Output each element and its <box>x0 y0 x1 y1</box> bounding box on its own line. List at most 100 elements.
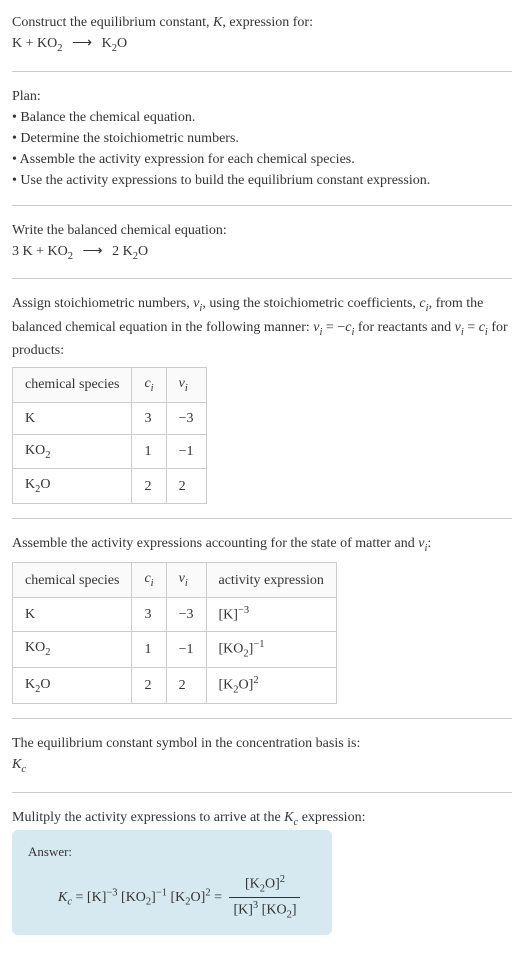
products-end: O <box>117 36 127 51</box>
cell-ci: 2 <box>132 469 166 504</box>
sp: K <box>25 477 35 492</box>
cell-species: K2O <box>13 469 132 504</box>
cell-species: KO2 <box>13 434 132 469</box>
col-nui: νi <box>166 563 206 598</box>
text-part: Assemble the activity expressions accoun… <box>12 536 418 551</box>
plan-bullet: • Balance the chemical equation. <box>12 107 512 128</box>
term-end: O] <box>265 876 280 891</box>
products-end: O <box>138 244 148 259</box>
stoich-section: Assign stoichiometric numbers, νi, using… <box>12 293 512 504</box>
cell-nui: −1 <box>166 631 206 667</box>
term: [K] <box>87 890 106 905</box>
stoich-table: chemical species ci νi K 3 −3 KO2 1 −1 K… <box>12 367 207 504</box>
sub: 2 <box>68 250 73 261</box>
table-header-row: chemical species ci νi activity expressi… <box>13 563 337 598</box>
arrow-icon: ⟶ <box>82 241 102 262</box>
table-row: KO2 1 −1 <box>13 434 207 469</box>
answer-label: Answer: <box>28 842 316 862</box>
table-row: K 3 −3 <box>13 402 207 434</box>
text-part: : <box>427 536 431 551</box>
exp: −3 <box>106 887 117 898</box>
arrow-icon: ⟶ <box>72 33 92 54</box>
base: [K] <box>219 608 238 623</box>
multiply-text: Mulitply the activity expressions to arr… <box>12 807 512 831</box>
sub-i: i <box>151 383 154 394</box>
cell-nui: −1 <box>166 434 206 469</box>
k: K <box>58 890 67 905</box>
equals: = <box>211 890 226 905</box>
sp: KO <box>25 443 45 458</box>
sp: KO <box>25 640 45 655</box>
text-part: for reactants and <box>354 320 454 335</box>
base: [KO <box>219 641 244 656</box>
text-part: = <box>464 320 479 335</box>
denominator: [K]3 [KO2] <box>229 898 300 923</box>
equals: = <box>72 890 87 905</box>
cell-nui: −3 <box>166 402 206 434</box>
divider <box>12 718 512 719</box>
term: [K <box>167 890 185 905</box>
cell-nui: −3 <box>166 597 206 631</box>
plan-section: Plan: • Balance the chemical equation. •… <box>12 86 512 191</box>
base: [K <box>219 677 234 692</box>
reactants: 3 K + KO <box>12 244 68 259</box>
divider <box>12 71 512 72</box>
cell-ci: 3 <box>132 402 166 434</box>
cell-nui: 2 <box>166 667 206 703</box>
sp-end: O <box>40 477 50 492</box>
activity-table: chemical species ci νi activity expressi… <box>12 562 337 704</box>
cell-activity: [K2O]2 <box>206 667 336 703</box>
exp: −1 <box>253 639 264 650</box>
k: K <box>12 757 21 772</box>
k-symbol: K <box>213 15 222 30</box>
balanced-section: Write the balanced chemical equation: 3 … <box>12 220 512 265</box>
sub-i: i <box>185 383 188 394</box>
term: [K] <box>233 902 252 917</box>
sub-i: i <box>151 578 154 589</box>
sub: 2 <box>57 43 62 54</box>
divider <box>12 792 512 793</box>
table-header-row: chemical species ci νi <box>13 368 207 403</box>
cell-activity: [KO2]−1 <box>206 631 336 667</box>
cell-species: K <box>13 597 132 631</box>
products: K <box>102 36 112 51</box>
plan-bullet: • Determine the stoichiometric numbers. <box>12 128 512 149</box>
sp-end: O <box>40 677 50 692</box>
divider <box>12 278 512 279</box>
text-part: = − <box>322 320 345 335</box>
text-part: expression: <box>298 810 365 825</box>
table-row: K 3 −3 [K]−3 <box>13 597 337 631</box>
cell-ci: 1 <box>132 631 166 667</box>
sub-c: c <box>21 764 26 775</box>
cell-species: K <box>13 402 132 434</box>
divider <box>12 518 512 519</box>
sub-i: i <box>185 578 188 589</box>
table-row: K2O 2 2 [K2O]2 <box>13 667 337 703</box>
intro-text: Construct the equilibrium constant, <box>12 15 213 30</box>
base-end: O] <box>239 677 254 692</box>
activity-section: Assemble the activity expressions accoun… <box>12 533 512 704</box>
text-part: Assign stoichiometric numbers, <box>12 296 193 311</box>
symbol-text: The equilibrium constant symbol in the c… <box>12 733 512 754</box>
multiply-section: Mulitply the activity expressions to arr… <box>12 807 512 935</box>
cell-species: KO2 <box>13 631 132 667</box>
cell-ci: 2 <box>132 667 166 703</box>
table-row: KO2 1 −1 [KO2]−1 <box>13 631 337 667</box>
symbol-section: The equilibrium constant symbol in the c… <box>12 733 512 778</box>
unbalanced-equation: K + KO2 ⟶ K2O <box>12 33 512 57</box>
divider <box>12 205 512 206</box>
numerator: [K2O]2 <box>229 872 300 898</box>
table-row: K2O 2 2 <box>13 469 207 504</box>
cell-ci: 3 <box>132 597 166 631</box>
intro-section: Construct the equilibrium constant, K, e… <box>12 12 512 57</box>
kc-symbol: Kc <box>12 754 512 778</box>
col-species: chemical species <box>13 563 132 598</box>
reactants: K + KO <box>12 36 57 51</box>
col-nui: νi <box>166 368 206 403</box>
term: [KO <box>258 902 286 917</box>
plan-bullet: • Use the activity expressions to build … <box>12 170 512 191</box>
exp: −3 <box>238 605 249 616</box>
k: K <box>284 810 293 825</box>
answer-box: Answer: Kc = [K]−3 [KO2]−1 [K2O]2 = [K2O… <box>12 830 332 935</box>
col-ci: ci <box>132 368 166 403</box>
